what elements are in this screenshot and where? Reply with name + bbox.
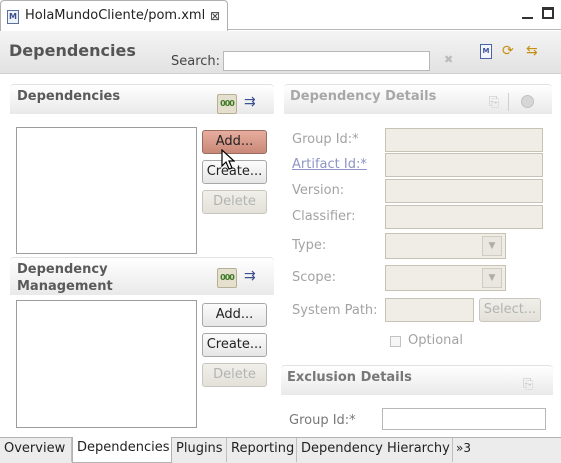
- version-label: Version:: [292, 183, 345, 198]
- sync-icon[interactable]: ⇆: [526, 43, 538, 59]
- clear-search-icon[interactable]: ✖: [444, 53, 453, 66]
- exclusion-group-id-label: Group Id:*: [289, 413, 356, 428]
- classifier-label: Classifier:: [292, 209, 356, 224]
- dependency-details-section-header: Dependency Details ⎘: [284, 84, 552, 114]
- add-managed-dependency-button[interactable]: Add...: [202, 303, 267, 327]
- chevron-down-icon[interactable]: ▼: [482, 268, 502, 288]
- system-path-label: System Path:: [292, 303, 378, 318]
- group-id-field[interactable]: [385, 128, 543, 152]
- exclusion-group-id-field[interactable]: [382, 408, 546, 430]
- system-path-field[interactable]: [385, 298, 474, 322]
- dependency-management-title-line2: Management: [17, 279, 113, 294]
- minimize-icon[interactable]: [522, 9, 533, 19]
- filter-icon[interactable]: 000: [217, 268, 237, 288]
- chevron-down-icon[interactable]: ▼: [482, 236, 502, 256]
- pom-xml-icon[interactable]: M: [480, 44, 492, 59]
- dependency-management-title-line1: Dependency: [17, 262, 108, 277]
- classifier-field[interactable]: [385, 205, 543, 229]
- exclusion-details-section-title: Exclusion Details: [287, 370, 412, 385]
- open-pom-icon[interactable]: ⎘: [489, 95, 499, 110]
- select-system-path-button[interactable]: Select...: [479, 298, 541, 322]
- optional-checkbox[interactable]: [390, 336, 401, 347]
- open-pom-icon[interactable]: ⎘: [523, 377, 533, 392]
- editor-tab-title: HolaMundoCliente/pom.xml: [25, 8, 206, 23]
- tab-overflow-button[interactable]: »3: [456, 441, 471, 455]
- search-label: Search:: [171, 54, 221, 69]
- page-tabs: Overview Dependencies Plugins Reporting …: [0, 437, 561, 463]
- dependencies-list[interactable]: [16, 127, 197, 254]
- editor-tab[interactable]: M HolaMundoCliente/pom.xml ⊠: [0, 0, 228, 31]
- scope-label: Scope:: [292, 270, 336, 285]
- dependency-management-list[interactable]: [16, 300, 197, 428]
- maven-pom-file-icon: M: [7, 10, 19, 24]
- delete-dependency-button[interactable]: Delete: [202, 190, 267, 214]
- page-title: Dependencies: [9, 41, 136, 60]
- tab-plugins[interactable]: Plugins: [172, 438, 227, 462]
- type-combo[interactable]: ▼: [385, 233, 506, 259]
- tab-dependencies[interactable]: Dependencies: [72, 437, 172, 463]
- refresh-icon[interactable]: ⟳: [502, 43, 514, 59]
- dependency-management-section-header: Dependency Management 000 ⇉: [10, 257, 274, 295]
- mouse-cursor-icon: [221, 149, 235, 170]
- form-header: Dependencies Search: ✖ M ⟳ ⇆: [0, 31, 561, 74]
- javadoc-icon[interactable]: [521, 95, 534, 108]
- tab-dependency-hierarchy[interactable]: Dependency Hierarchy: [297, 438, 453, 462]
- close-tab-icon[interactable]: ⊠: [210, 9, 220, 23]
- dependencies-section-title: Dependencies: [17, 89, 121, 104]
- maximize-icon[interactable]: [542, 7, 554, 19]
- scope-combo[interactable]: ▼: [385, 265, 506, 291]
- artifact-id-field[interactable]: [385, 153, 543, 177]
- optional-label: Optional: [408, 333, 463, 348]
- exclusion-details-section-header: Exclusion Details ⎘: [281, 365, 553, 395]
- dependency-details-section-title: Dependency Details: [290, 89, 437, 104]
- artifact-id-link[interactable]: Artifact Id:*: [292, 157, 367, 172]
- version-field[interactable]: [385, 179, 543, 203]
- dependencies-section-header: Dependencies 000 ⇉: [10, 84, 274, 114]
- delete-managed-dependency-button[interactable]: Delete: [202, 363, 267, 387]
- create-managed-dependency-button[interactable]: Create...: [202, 333, 267, 357]
- sort-icon[interactable]: ⇉: [244, 268, 256, 284]
- dependency-management-section-title: Dependency Management: [17, 261, 113, 295]
- group-id-label: Group Id:*: [292, 132, 359, 147]
- tab-overview[interactable]: Overview: [0, 438, 72, 462]
- type-label: Type:: [292, 238, 327, 253]
- filter-icon[interactable]: 000: [217, 94, 237, 114]
- sort-icon[interactable]: ⇉: [244, 94, 256, 110]
- toolbar-divider: [508, 93, 509, 111]
- search-input[interactable]: [223, 51, 430, 71]
- tab-reporting[interactable]: Reporting: [227, 438, 297, 462]
